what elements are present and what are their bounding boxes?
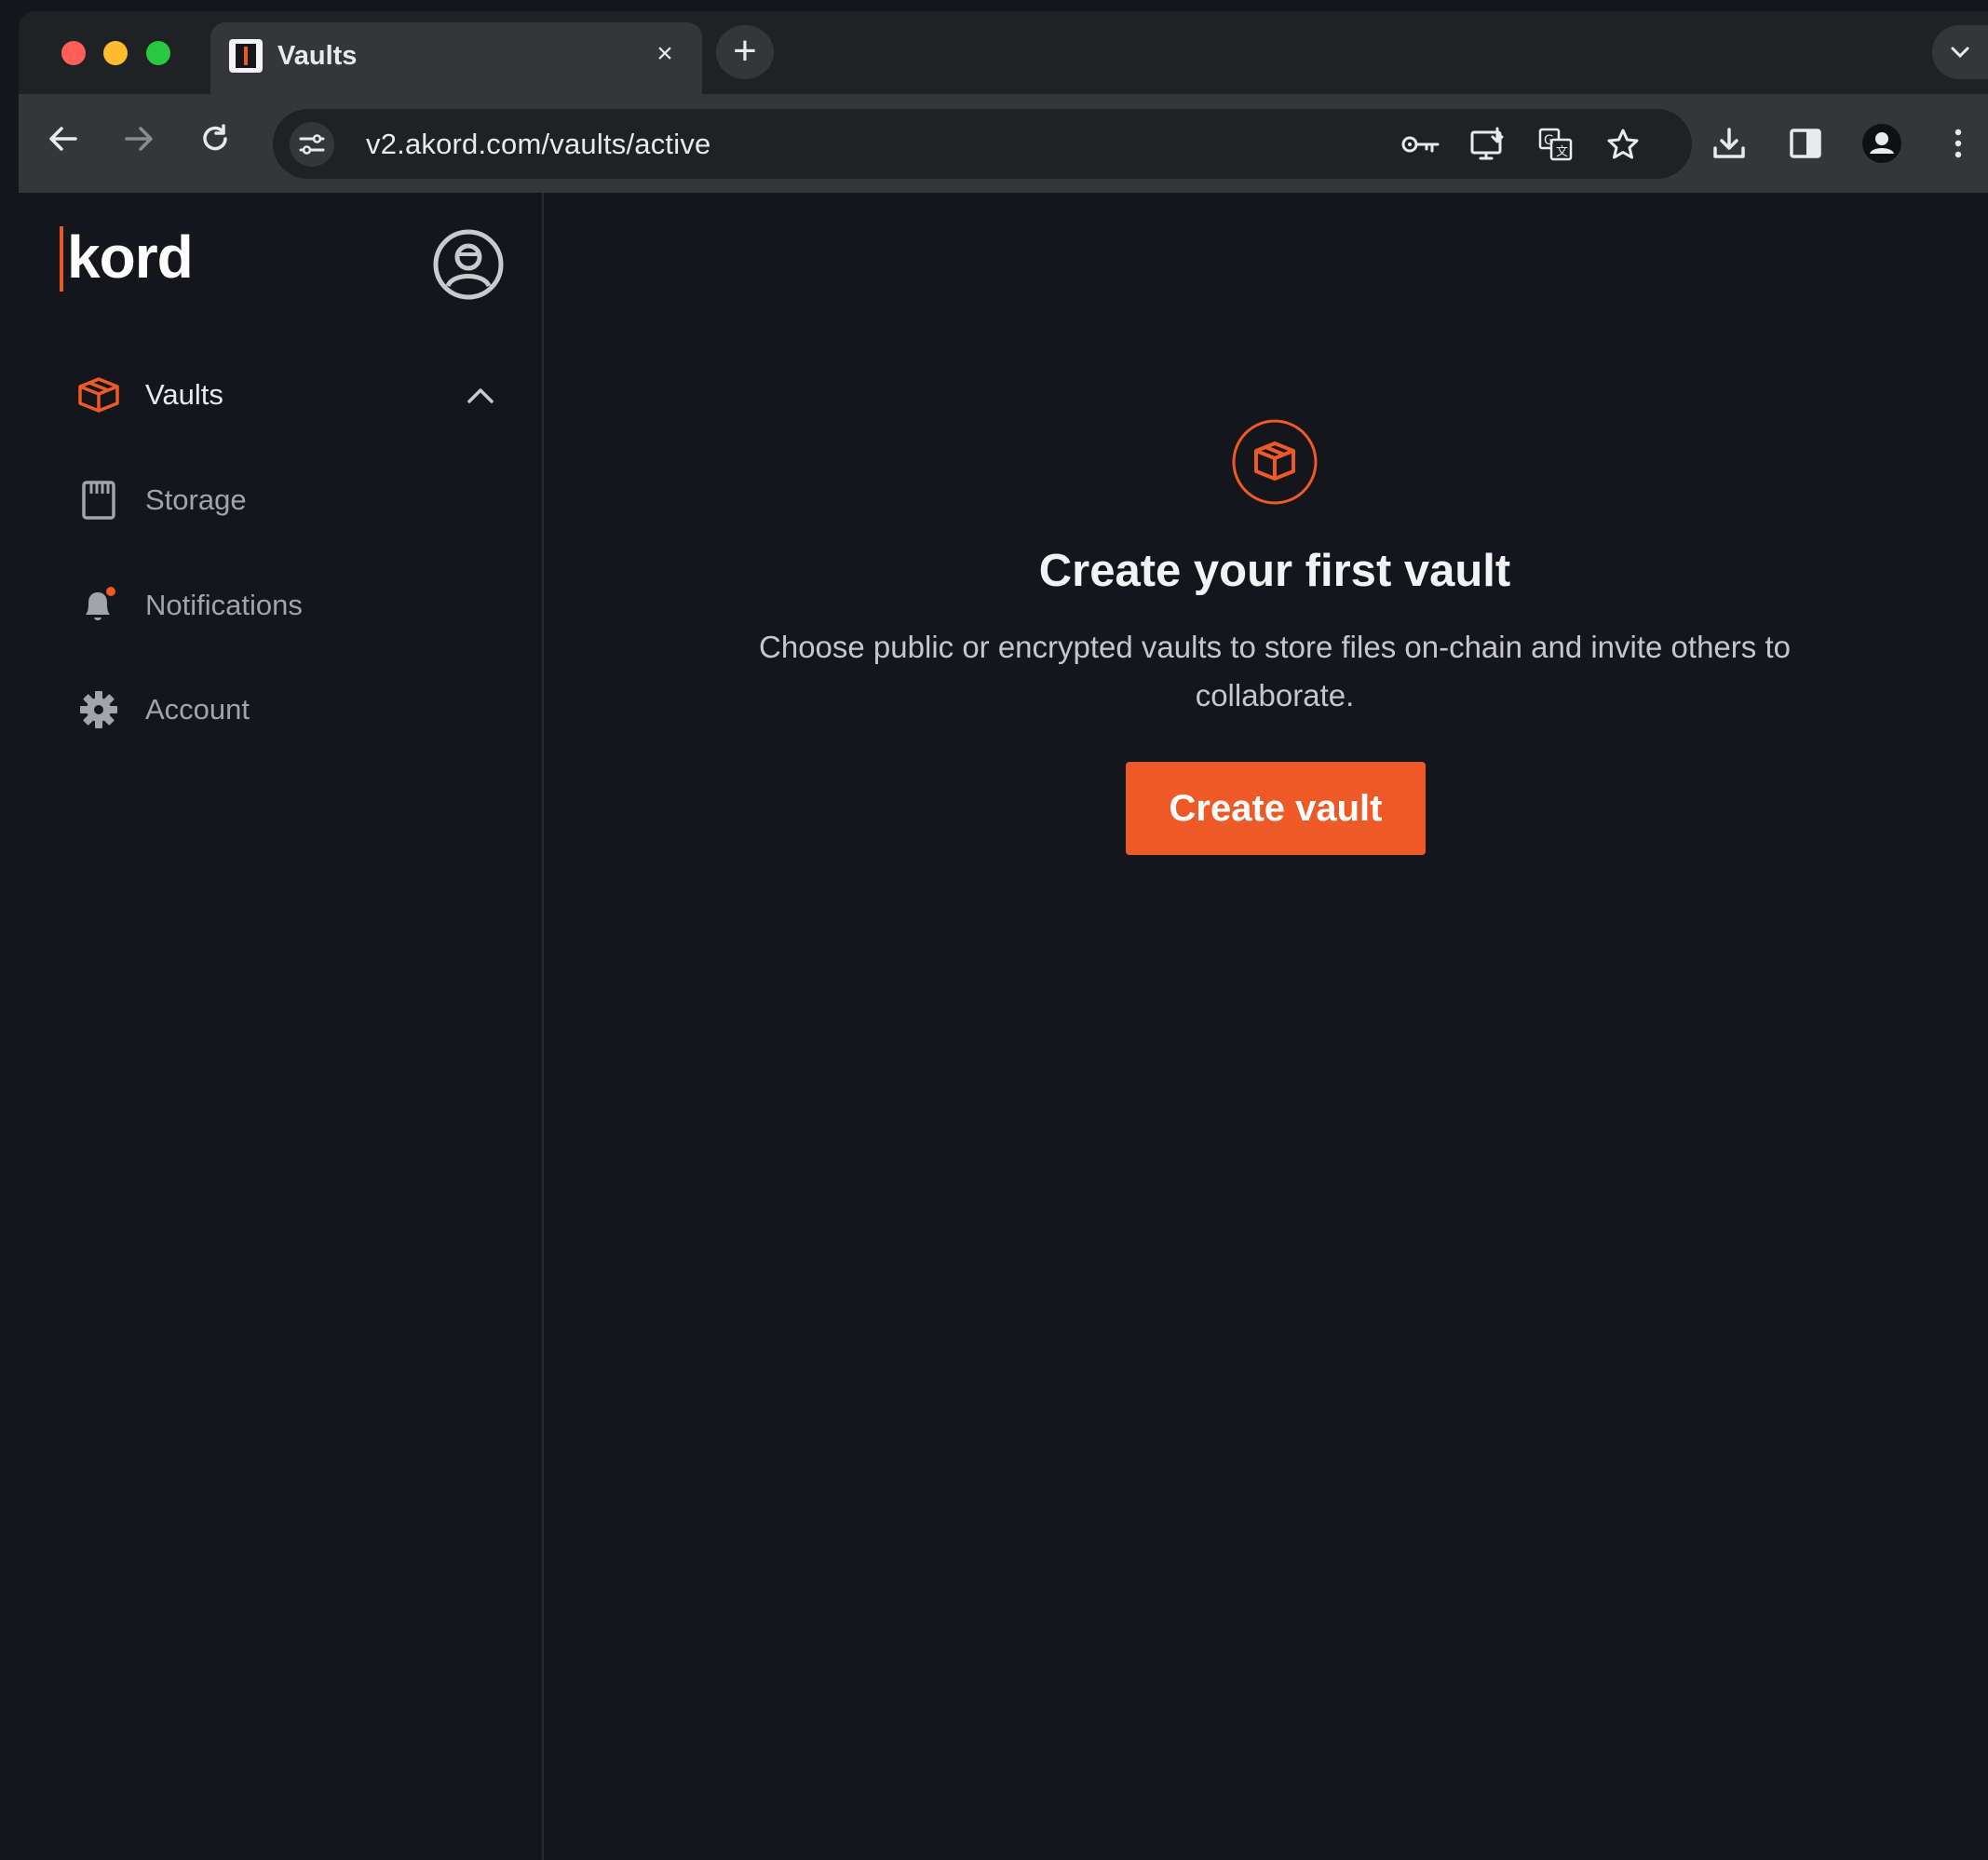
more-menu-icon[interactable] bbox=[1935, 120, 1981, 167]
forward-button[interactable] bbox=[113, 117, 165, 170]
browser-tab-strip: Vaults × + bbox=[19, 11, 1988, 94]
gear-icon bbox=[76, 687, 121, 732]
sidebar-item-storage[interactable]: Storage bbox=[56, 468, 521, 533]
sidebar-item-vaults[interactable]: Vaults bbox=[56, 362, 521, 428]
password-key-icon[interactable] bbox=[1400, 126, 1441, 163]
bookmark-star-icon[interactable] bbox=[1603, 126, 1643, 163]
akord-logo[interactable]: kord bbox=[67, 221, 194, 293]
browser-toolbar: v2.akord.com/vaults/active G 文 bbox=[19, 94, 1988, 193]
arrow-right-icon bbox=[125, 127, 153, 151]
vault-icon bbox=[1231, 418, 1319, 506]
address-bar[interactable]: v2.akord.com/vaults/active G 文 bbox=[273, 109, 1692, 179]
tab-close-icon[interactable]: × bbox=[648, 37, 682, 71]
back-button[interactable] bbox=[37, 117, 89, 170]
storage-icon bbox=[76, 478, 121, 523]
window-close-button[interactable] bbox=[61, 41, 86, 65]
new-tab-button[interactable]: + bbox=[716, 25, 774, 79]
create-vault-button[interactable]: Create vault bbox=[1126, 762, 1426, 855]
reload-button[interactable] bbox=[189, 117, 241, 170]
sidebar-item-label: Vaults bbox=[145, 378, 223, 411]
site-settings-icon[interactable] bbox=[290, 122, 334, 167]
window-zoom-button[interactable] bbox=[146, 41, 170, 65]
install-app-icon[interactable] bbox=[1467, 126, 1508, 163]
translate-icon[interactable]: G 文 bbox=[1535, 126, 1576, 163]
empty-state-title: Create your first vault bbox=[1038, 546, 1511, 596]
sidebar-item-account[interactable]: Account bbox=[56, 677, 521, 742]
sidebar-item-label: Account bbox=[145, 693, 250, 726]
bell-icon bbox=[76, 583, 121, 628]
profile-icon[interactable] bbox=[1859, 120, 1905, 167]
chevron-up-icon[interactable] bbox=[464, 379, 497, 413]
browser-tab-vaults[interactable]: Vaults × bbox=[210, 22, 702, 94]
side-panel-icon[interactable] bbox=[1782, 120, 1829, 167]
user-avatar-icon[interactable] bbox=[432, 228, 505, 301]
tab-title: Vaults bbox=[277, 41, 358, 71]
reload-icon bbox=[203, 124, 227, 151]
svg-text:G: G bbox=[1544, 133, 1554, 148]
window-minimize-button[interactable] bbox=[103, 41, 128, 65]
akord-favicon-icon bbox=[229, 39, 263, 73]
sidebar-item-label: Storage bbox=[145, 483, 247, 516]
downloads-icon[interactable] bbox=[1706, 120, 1752, 167]
empty-state-description: Choose public or encrypted vaults to sto… bbox=[759, 630, 1791, 713]
arrow-left-icon bbox=[49, 127, 77, 151]
svg-text:文: 文 bbox=[1556, 145, 1568, 159]
sidebar-item-notifications[interactable]: Notifications bbox=[56, 573, 521, 638]
akord-logo-mark bbox=[60, 226, 63, 292]
main-content: Create your first vault Choose public or… bbox=[546, 193, 1988, 1860]
chevron-down-icon bbox=[1951, 47, 1969, 59]
url-text[interactable]: v2.akord.com/vaults/active bbox=[366, 128, 710, 161]
vault-icon bbox=[76, 373, 121, 417]
sidebar: kord Vaults Storage Notifications Accoun… bbox=[19, 193, 544, 1860]
screen: Vaults × + v2.akord.com/vaults/active G … bbox=[0, 0, 1988, 1860]
sidebar-item-label: Notifications bbox=[145, 589, 303, 621]
tab-search-button[interactable] bbox=[1932, 25, 1988, 79]
